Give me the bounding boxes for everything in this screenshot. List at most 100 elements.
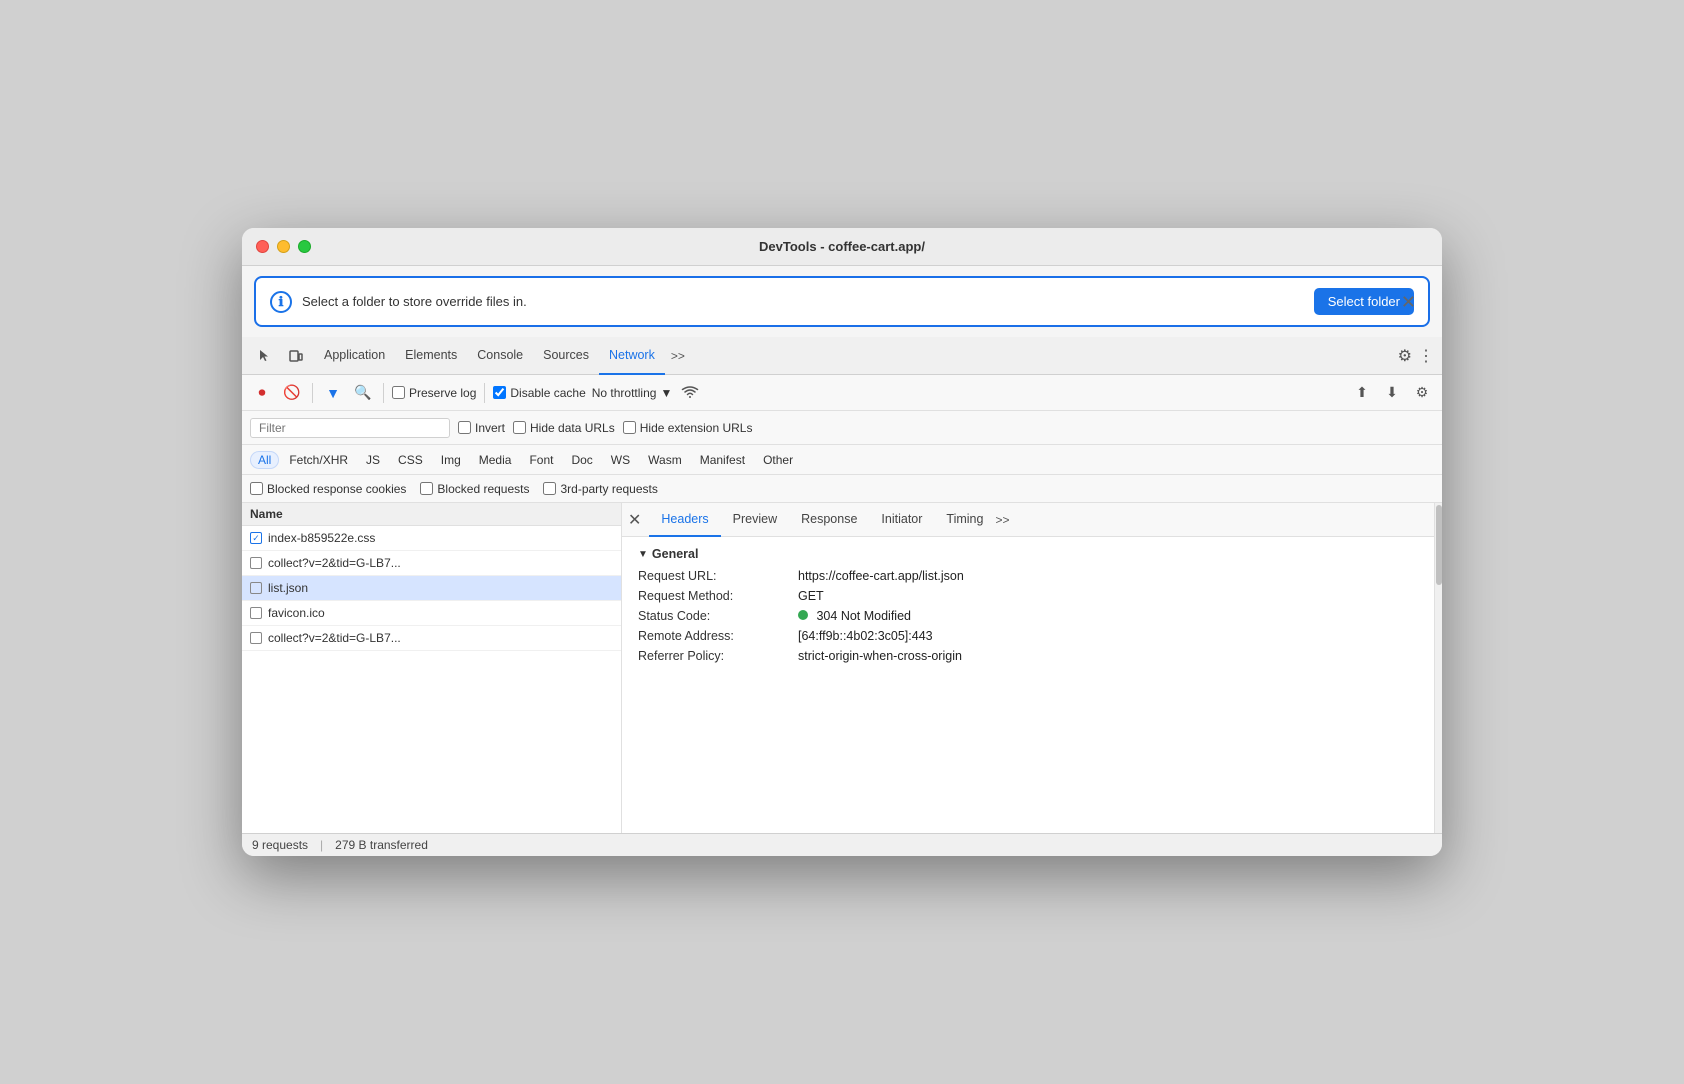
info-icon: ℹ xyxy=(270,291,292,313)
request-list: Name index-b859522e.css collect?v=2&tid=… xyxy=(242,503,622,833)
hide-ext-checkbox[interactable] xyxy=(623,421,636,434)
blocked-requests-checkbox[interactable] xyxy=(420,482,433,495)
devtools-tabs: Application Elements Console Sources Net… xyxy=(242,337,1442,375)
device-icon[interactable] xyxy=(282,342,310,370)
details-tab-timing[interactable]: Timing xyxy=(934,503,995,537)
type-filter-bar: All Fetch/XHR JS CSS Img Media Font Doc … xyxy=(242,445,1442,475)
throttling-chevron: ▼ xyxy=(660,386,672,400)
invert-checkbox[interactable] xyxy=(458,421,471,434)
filter-input[interactable] xyxy=(250,418,450,438)
req-checkbox-1[interactable] xyxy=(250,557,262,569)
header-val-4: strict-origin-when-cross-origin xyxy=(798,649,962,663)
status-separator: | xyxy=(320,838,323,852)
req-checkbox-4[interactable] xyxy=(250,632,262,644)
tab-network[interactable]: Network xyxy=(599,337,665,375)
banner-close-button[interactable]: ✕ xyxy=(1401,293,1416,311)
invert-label[interactable]: Invert xyxy=(458,421,505,435)
request-item-1[interactable]: collect?v=2&tid=G-LB7... xyxy=(242,551,621,576)
wifi-icon[interactable] xyxy=(678,381,702,405)
options-bar: Blocked response cookies Blocked request… xyxy=(242,475,1442,503)
details-tab-initiator[interactable]: Initiator xyxy=(869,503,934,537)
type-filter-img[interactable]: Img xyxy=(433,451,469,469)
type-filter-all[interactable]: All xyxy=(250,451,279,469)
details-tab-response[interactable]: Response xyxy=(789,503,869,537)
header-key-3: Remote Address: xyxy=(638,629,798,643)
transferred-size: 279 B transferred xyxy=(335,838,428,852)
req-name-1: collect?v=2&tid=G-LB7... xyxy=(268,556,401,570)
type-filter-other[interactable]: Other xyxy=(755,451,801,469)
req-name-0: index-b859522e.css xyxy=(268,531,375,545)
disable-cache-label[interactable]: Disable cache xyxy=(493,386,585,400)
details-tab-headers[interactable]: Headers xyxy=(649,503,720,537)
blocked-cookies-label[interactable]: Blocked response cookies xyxy=(250,482,406,496)
details-tab-more[interactable]: >> xyxy=(995,513,1009,527)
hide-data-urls-label[interactable]: Hide data URLs xyxy=(513,421,615,435)
details-close-button[interactable]: ✕ xyxy=(628,510,641,530)
preserve-log-checkbox[interactable] xyxy=(392,386,405,399)
request-item-2[interactable]: list.json xyxy=(242,576,621,601)
record-button[interactable]: ⏺ xyxy=(250,381,274,405)
more-options-icon[interactable]: ⋮ xyxy=(1418,346,1434,366)
status-bar: 9 requests | 279 B transferred xyxy=(242,833,1442,856)
type-filter-manifest[interactable]: Manifest xyxy=(692,451,753,469)
window-title: DevTools - coffee-cart.app/ xyxy=(759,239,925,254)
titlebar: DevTools - coffee-cart.app/ xyxy=(242,228,1442,266)
type-filter-font[interactable]: Font xyxy=(521,451,561,469)
header-row-0: Request URL: https://coffee-cart.app/lis… xyxy=(638,569,1418,583)
req-checkbox-2[interactable] xyxy=(250,582,262,594)
cursor-icon[interactable] xyxy=(250,342,278,370)
blocked-cookies-checkbox[interactable] xyxy=(250,482,263,495)
third-party-checkbox[interactable] xyxy=(543,482,556,495)
header-key-2: Status Code: xyxy=(638,609,798,623)
hide-ext-urls-label[interactable]: Hide extension URLs xyxy=(623,421,753,435)
header-row-4: Referrer Policy: strict-origin-when-cros… xyxy=(638,649,1418,663)
type-filter-media[interactable]: Media xyxy=(471,451,520,469)
tab-elements[interactable]: Elements xyxy=(395,337,467,375)
type-filter-wasm[interactable]: Wasm xyxy=(640,451,690,469)
hide-data-urls-checkbox[interactable] xyxy=(513,421,526,434)
toolbar-separator-3 xyxy=(484,383,485,403)
download-icon[interactable]: ⬇ xyxy=(1380,381,1404,405)
type-filter-js[interactable]: JS xyxy=(358,451,388,469)
clear-button[interactable]: 🚫 xyxy=(280,381,304,405)
request-count: 9 requests xyxy=(252,838,308,852)
tab-application[interactable]: Application xyxy=(314,337,395,375)
header-val-2: 304 Not Modified xyxy=(798,609,911,623)
request-item-3[interactable]: favicon.ico xyxy=(242,601,621,626)
search-icon[interactable]: 🔍 xyxy=(351,381,375,405)
details-tab-preview[interactable]: Preview xyxy=(721,503,789,537)
settings-icon[interactable]: ⚙ xyxy=(1398,346,1412,366)
maximize-button[interactable] xyxy=(298,240,311,253)
network-settings-icon[interactable]: ⚙ xyxy=(1410,381,1434,405)
req-checkbox-3[interactable] xyxy=(250,607,262,619)
header-row-1: Request Method: GET xyxy=(638,589,1418,603)
override-message: Select a folder to store override files … xyxy=(302,294,1304,309)
header-key-4: Referrer Policy: xyxy=(638,649,798,663)
details-scrollbar-thumb[interactable] xyxy=(1436,505,1442,585)
blocked-requests-label[interactable]: Blocked requests xyxy=(420,482,529,496)
request-list-header: Name xyxy=(242,503,621,526)
details-tabs: ✕ Headers Preview Response Initiator Tim… xyxy=(622,503,1434,537)
header-val-1: GET xyxy=(798,589,824,603)
tab-sources[interactable]: Sources xyxy=(533,337,599,375)
req-name-3: favicon.ico xyxy=(268,606,325,620)
type-filter-ws[interactable]: WS xyxy=(603,451,638,469)
close-button[interactable] xyxy=(256,240,269,253)
req-checkbox-0[interactable] xyxy=(250,532,262,544)
minimize-button[interactable] xyxy=(277,240,290,253)
select-folder-button[interactable]: Select folder xyxy=(1314,288,1414,315)
preserve-log-label[interactable]: Preserve log xyxy=(392,386,476,400)
details-scrollbar[interactable] xyxy=(1434,503,1442,833)
tab-more-button[interactable]: >> xyxy=(665,349,691,363)
type-filter-doc[interactable]: Doc xyxy=(563,451,600,469)
tab-console[interactable]: Console xyxy=(467,337,533,375)
third-party-label[interactable]: 3rd-party requests xyxy=(543,482,657,496)
disable-cache-checkbox[interactable] xyxy=(493,386,506,399)
request-item-0[interactable]: index-b859522e.css xyxy=(242,526,621,551)
filter-icon[interactable]: ▼ xyxy=(321,381,345,405)
request-item-4[interactable]: collect?v=2&tid=G-LB7... xyxy=(242,626,621,651)
upload-icon[interactable]: ⬆ xyxy=(1350,381,1374,405)
header-row-2: Status Code: 304 Not Modified xyxy=(638,609,1418,623)
type-filter-fetch-xhr[interactable]: Fetch/XHR xyxy=(281,451,356,469)
type-filter-css[interactable]: CSS xyxy=(390,451,431,469)
